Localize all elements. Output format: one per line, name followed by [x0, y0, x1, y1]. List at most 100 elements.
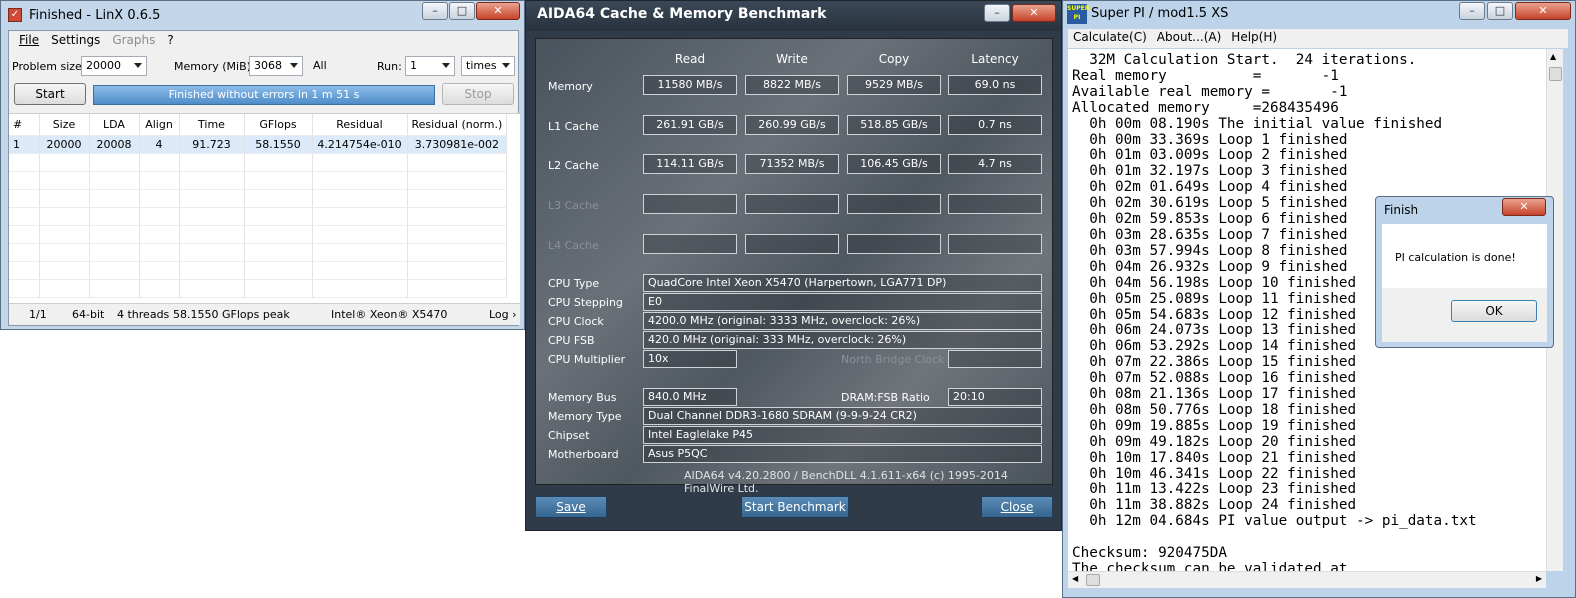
menu-help[interactable]: ?: [161, 31, 179, 51]
status-peak: 58.1550 GFlops peak: [173, 308, 290, 321]
close-button[interactable]: ✕: [1012, 4, 1056, 22]
run-unit-combo[interactable]: times: [461, 56, 515, 76]
output-line: 0h 02m 01.649s Loop 4 finished: [1072, 179, 1348, 196]
col-header[interactable]: Size: [39, 114, 90, 136]
dialog-message: PI calculation is done!: [1395, 251, 1516, 264]
menu-file[interactable]: File: [13, 31, 45, 51]
col-header[interactable]: Time: [179, 114, 245, 136]
table-cell: 4.214754e-010: [312, 135, 408, 154]
header-read: Read: [674, 52, 706, 66]
dialog-title: Finish: [1384, 203, 1419, 217]
menu-about[interactable]: About...(A): [1152, 29, 1227, 48]
menu-settings[interactable]: Settings: [45, 31, 106, 51]
cpu-type-label: CPU Type: [548, 277, 600, 290]
chevron-down-icon: [442, 63, 450, 68]
memory-type-value: Dual Channel DDR3-1680 SDRAM (9-9-9-24 C…: [643, 407, 1042, 425]
maximize-button[interactable]: □: [449, 2, 475, 20]
superpi-title: Super PI / mod1.5 XS: [1091, 6, 1229, 21]
cpu-clock-value: 4200.0 MHz (original: 3333 MHz, overcloc…: [643, 312, 1042, 330]
run-label: Run:: [377, 60, 402, 73]
maximize-button[interactable]: □: [1487, 2, 1513, 20]
problem-size-combo[interactable]: 20000: [81, 56, 147, 76]
col-header[interactable]: Residual: [312, 114, 408, 136]
output-line: Allocated memory =268435496: [1072, 99, 1339, 116]
status-bits: 64-bit: [72, 308, 105, 321]
table-row: [9, 171, 508, 190]
start-benchmark-button[interactable]: Start Benchmark: [741, 496, 849, 518]
close-button[interactable]: ✕: [476, 2, 520, 20]
scroll-thumb[interactable]: [1086, 574, 1100, 586]
col-header[interactable]: Align: [139, 114, 180, 136]
output-line: 0h 12m 04.684s PI value output -> pi_dat…: [1072, 513, 1477, 530]
col-header[interactable]: Residual (norm.): [407, 114, 508, 136]
output-line: The checksum can be validated at: [1072, 561, 1348, 571]
menu-graphs[interactable]: Graphs: [106, 31, 161, 51]
status-count: 1/1: [29, 308, 47, 321]
l1-write: 260.99 GB/s: [745, 115, 839, 135]
output-line: 0h 10m 46.341s Loop 22 finished: [1072, 465, 1357, 482]
nb-clock-label: North Bridge Clock: [841, 353, 945, 366]
memory-all-label[interactable]: All: [313, 59, 327, 72]
cpu-fsb-label: CPU FSB: [548, 334, 595, 347]
l1-read: 261.91 GB/s: [643, 115, 737, 135]
stop-button[interactable]: Stop: [442, 83, 514, 105]
output-line: 0h 07m 52.088s Loop 16 finished: [1072, 370, 1357, 387]
close-button[interactable]: ✕: [1515, 2, 1571, 20]
minimize-button[interactable]: –: [984, 4, 1010, 22]
horizontal-scrollbar[interactable]: ◀ ▶: [1068, 571, 1546, 588]
log-button[interactable]: Log ›: [489, 308, 517, 321]
aida-window: AIDA64 Cache & Memory Benchmark – ✕ Read…: [525, 0, 1062, 531]
col-header[interactable]: #: [9, 114, 40, 136]
save-button[interactable]: Save: [535, 496, 607, 518]
memory-bus-value: 840.0 MHz: [643, 388, 737, 406]
status-bar-progress: Finished without errors in 1 m 51 s: [93, 85, 435, 105]
chipset-label: Chipset: [548, 429, 590, 442]
cpu-clock-label: CPU Clock: [548, 315, 604, 328]
menu-help[interactable]: Help(H): [1226, 29, 1282, 48]
l1-latency: 0.7 ns: [948, 115, 1042, 135]
scroll-thumb[interactable]: [1549, 67, 1562, 81]
table-row[interactable]: 1 20000 20008 4 91.723 58.1550 4.214754e…: [9, 135, 508, 154]
memory-combo[interactable]: 3068: [249, 56, 303, 76]
close-button[interactable]: ✕: [1502, 198, 1546, 216]
chevron-down-icon: [502, 63, 510, 68]
nb-clock-value: [948, 350, 1042, 368]
output-line: 0h 09m 19.885s Loop 19 finished: [1072, 417, 1357, 434]
close-dialog-button[interactable]: Close: [981, 496, 1053, 518]
scroll-right-icon[interactable]: ▶: [1536, 574, 1542, 583]
dram-ratio-value: 20:10: [948, 388, 1042, 406]
table-row: [9, 261, 508, 280]
minimize-button[interactable]: –: [1459, 2, 1485, 20]
col-header[interactable]: GFlops: [244, 114, 313, 136]
output-line: 0h 09m 49.182s Loop 20 finished: [1072, 433, 1357, 450]
table-cell: 3.730981e-002: [407, 135, 508, 154]
output-line: 0h 11m 13.422s Loop 23 finished: [1072, 481, 1357, 498]
superpi-logo-icon: SUPER PI: [1067, 4, 1089, 24]
memory-copy: 9529 MB/s: [847, 75, 941, 95]
scroll-up-icon[interactable]: ▲: [1550, 52, 1556, 61]
chipset-value: Intel Eaglelake P45: [643, 426, 1042, 444]
chevron-down-icon: [290, 63, 298, 68]
l4-read: [643, 234, 737, 254]
output-line: 0h 00m 08.190s The initial value finishe…: [1072, 115, 1443, 132]
ok-button[interactable]: OK: [1451, 300, 1537, 322]
l3-read: [643, 194, 737, 214]
l1-copy: 518.85 GB/s: [847, 115, 941, 135]
linx-statusbar: 1/1 64-bit 4 threads 58.1550 GFlops peak…: [9, 303, 520, 325]
run-count-combo[interactable]: 1: [405, 56, 455, 76]
status-cpu: Intel® Xeon® X5470: [331, 308, 448, 321]
l2-copy: 106.45 GB/s: [847, 154, 941, 174]
scroll-left-icon[interactable]: ◀: [1072, 574, 1078, 583]
menu-bar: File Settings Graphs ?: [9, 31, 518, 51]
table-header: # Size LDA Align Time GFlops Residual Re…: [9, 114, 508, 136]
col-header[interactable]: LDA: [89, 114, 140, 136]
menu-calculate[interactable]: Calculate(C): [1068, 29, 1152, 48]
motherboard-value: Asus P5QC: [643, 445, 1042, 463]
output-line: 0h 08m 50.776s Loop 18 finished: [1072, 401, 1357, 418]
memory-read: 11580 MB/s: [643, 75, 737, 95]
start-button[interactable]: Start: [14, 83, 86, 105]
dialog-footer: OK: [1382, 288, 1547, 342]
header-latency: Latency: [971, 52, 1019, 66]
minimize-button[interactable]: –: [422, 2, 448, 20]
